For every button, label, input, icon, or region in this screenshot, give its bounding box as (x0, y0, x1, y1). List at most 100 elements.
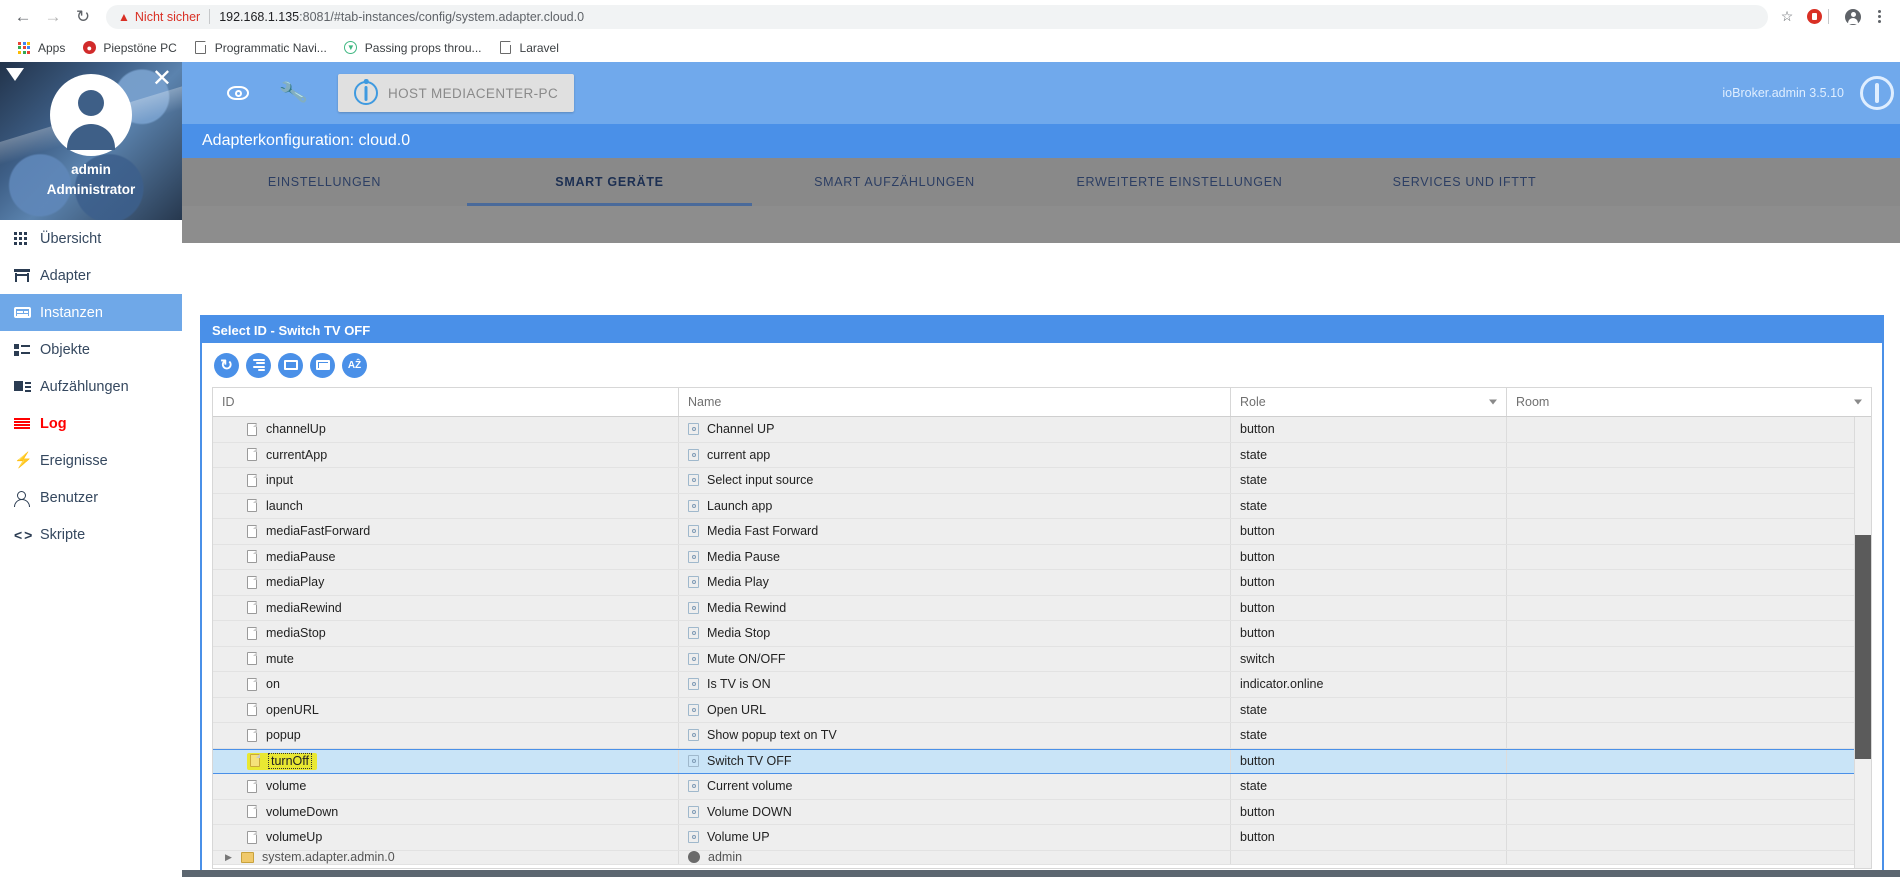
reload-icon[interactable]: ↻ (68, 2, 98, 32)
tab-smart-geraete[interactable]: SMART GERÄTE (467, 158, 752, 206)
sidebar-item-instanzen[interactable]: Instanzen (0, 294, 182, 331)
tab-label: SMART AUFZÄHLUNGEN (814, 175, 975, 189)
row-name-text: Volume DOWN (707, 804, 792, 819)
cell-id: volumeDown (213, 799, 679, 824)
table-row-selected[interactable]: turnOff Switch TV OFF button (213, 748, 1871, 774)
table-row[interactable]: on Is TV is ON indicator.online (213, 672, 1871, 698)
bookmark-passing-props[interactable]: ▼ Passing props throu... (335, 37, 490, 59)
table-row-group[interactable]: ▶ system.adapter.admin.0 admin (213, 850, 1871, 865)
row-role-text: switch (1240, 651, 1275, 666)
sidebar-item-skripte[interactable]: < > Skripte (0, 516, 182, 553)
table-row[interactable]: mediaStop Media Stop button (213, 621, 1871, 647)
chevron-down-icon[interactable] (1854, 399, 1862, 405)
table-row[interactable]: currentApp current app state (213, 442, 1871, 468)
table-row[interactable]: volume Current volume state (213, 774, 1871, 800)
tab-label: ERWEITERTE EINSTELLUNGEN (1076, 175, 1283, 189)
row-role-text: button (1240, 600, 1275, 615)
row-name-text: Launch app (707, 498, 773, 513)
row-id-text: openURL (266, 702, 319, 717)
cell-room (1507, 596, 1871, 621)
bookmark-piepstoene-pc[interactable]: ● Piepstöne PC (73, 37, 184, 59)
sidebar-item-adapter[interactable]: Adapter (0, 257, 182, 294)
file-icon (247, 703, 257, 717)
bookmark-programmatic-navi[interactable]: Programmatic Navi... (185, 37, 335, 59)
column-header-role[interactable]: Role (1231, 388, 1507, 416)
expand-chevron-icon[interactable]: ▶ (225, 852, 237, 863)
cell-role: button (1231, 621, 1507, 646)
back-icon[interactable]: ← (8, 2, 38, 32)
table-row[interactable]: mediaRewind Media Rewind button (213, 595, 1871, 621)
row-id-text: mediaFastForward (266, 524, 371, 539)
table-row[interactable]: mediaPlay Media Play button (213, 570, 1871, 596)
row-id-text: popup (266, 728, 301, 743)
table-row[interactable]: volumeUp Volume UP button (213, 825, 1871, 851)
bookmark-apps[interactable]: Apps (8, 37, 73, 59)
cell-role: state (1231, 442, 1507, 467)
sidebar-item-benutzer[interactable]: Benutzer (0, 479, 182, 516)
row-role-text: state (1240, 473, 1268, 488)
collapse-folder-icon[interactable] (278, 352, 303, 378)
tab-label: EINSTELLUNGEN (267, 175, 382, 189)
url-path: :8081/#tab-instances/config/system.adapt… (299, 9, 585, 24)
wrench-icon[interactable]: 🔧 (266, 71, 322, 115)
app-topbar: 🔧 HOST MEDIACENTER-PC ioBroker.admin 3.5… (182, 62, 1900, 124)
profile-avatar-icon[interactable] (1840, 5, 1866, 29)
table-row[interactable]: mediaPause Media Pause button (213, 544, 1871, 570)
host-tab[interactable]: HOST MEDIACENTER-PC (338, 74, 575, 112)
table-row[interactable]: volumeDown Volume DOWN button (213, 799, 1871, 825)
forward-icon[interactable]: → (38, 2, 68, 32)
column-header-name[interactable]: Name (679, 388, 1231, 416)
row-role-text: indicator.online (1240, 677, 1324, 692)
table-scrollbar[interactable] (1854, 417, 1871, 868)
table-row[interactable]: openURL Open URL state (213, 697, 1871, 723)
cell-room (1507, 851, 1871, 864)
sidebar-item-aufzaehlungen[interactable]: Aufzählungen (0, 368, 182, 405)
column-header-room[interactable]: Room (1507, 388, 1871, 416)
refresh-icon[interactable]: ↻ (214, 352, 239, 378)
sidebar-item-log[interactable]: Log (0, 405, 182, 442)
bookmark-laravel[interactable]: Laravel (490, 37, 567, 59)
cell-name: Show popup text on TV (679, 723, 1231, 748)
state-icon (688, 423, 699, 436)
adblock-extension-icon[interactable] (1802, 5, 1826, 29)
table-row[interactable]: mediaFastForward Media Fast Forward butt… (213, 519, 1871, 545)
chevron-down-icon[interactable] (1489, 399, 1497, 405)
cell-name: Current volume (679, 774, 1231, 799)
sidebar-item-label: Objekte (40, 341, 90, 358)
file-icon (247, 652, 257, 666)
tab-einstellungen[interactable]: EINSTELLUNGEN (182, 158, 467, 206)
cell-room (1507, 443, 1871, 468)
tab-erweiterte-einstellungen[interactable]: ERWEITERTE EINSTELLUNGEN (1037, 158, 1322, 206)
address-bar[interactable]: ▲ Nicht sicher 192.168.1.135:8081/#tab-i… (106, 4, 1768, 29)
collapse-caret-icon[interactable] (6, 68, 24, 81)
table-row[interactable]: popup Show popup text on TV state (213, 723, 1871, 749)
table-row[interactable]: channelUp Channel UP button (213, 417, 1871, 443)
state-icon (688, 831, 699, 844)
sidebar-item-ereignisse[interactable]: ⚡ Ereignisse (0, 442, 182, 479)
sort-az-icon[interactable]: AẐ (342, 352, 367, 378)
table-row[interactable]: launch Launch app state (213, 493, 1871, 519)
scrollbar-thumb[interactable] (1855, 535, 1871, 759)
watch-icon[interactable] (210, 71, 266, 115)
expand-list-icon[interactable] (246, 352, 271, 378)
table-row[interactable]: input Select input source state (213, 468, 1871, 494)
sidebar-item-uebersicht[interactable]: Übersicht (0, 220, 182, 257)
cell-role: button (1231, 799, 1507, 824)
tab-label: SERVICES UND IFTTT (1392, 175, 1537, 189)
table-row[interactable]: mute Mute ON/OFF switch (213, 646, 1871, 672)
browser-toolbar: ← → ↻ ▲ Nicht sicher 192.168.1.135:8081/… (0, 0, 1900, 33)
row-role-text: button (1240, 422, 1275, 437)
column-header-id[interactable]: ID (213, 388, 679, 416)
sidebar-item-objekte[interactable]: Objekte (0, 331, 182, 368)
close-icon[interactable]: ✕ (152, 67, 172, 91)
tab-services-und-ifttt[interactable]: SERVICES UND IFTTT (1322, 158, 1607, 206)
state-icon (688, 703, 699, 716)
file-icon (247, 601, 257, 615)
cell-name: admin (679, 850, 1231, 864)
chrome-menu-icon[interactable] (1868, 5, 1890, 29)
browser-chrome: ← → ↻ ▲ Nicht sicher 192.168.1.135:8081/… (0, 0, 1900, 62)
tab-smart-aufzaehlungen[interactable]: SMART AUFZÄHLUNGEN (752, 158, 1037, 206)
cell-room (1507, 825, 1871, 850)
expand-folder-icon[interactable] (310, 352, 335, 378)
bookmark-star-icon[interactable]: ☆ (1774, 5, 1800, 29)
